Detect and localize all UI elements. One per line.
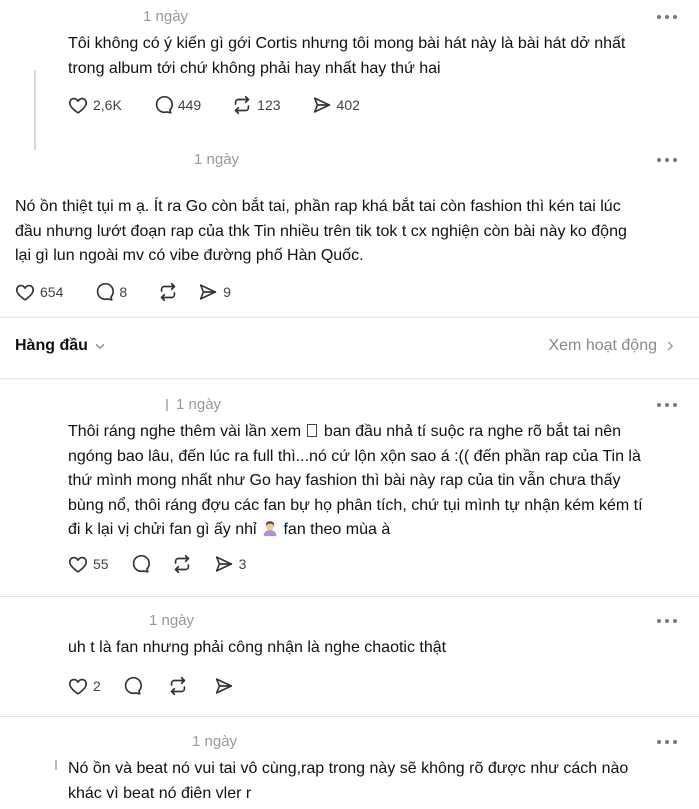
missing-glyph	[307, 424, 318, 437]
post-actions: 2,6K 449 123 402	[67, 94, 360, 116]
repost-button[interactable]	[171, 553, 193, 575]
chevron-down-icon	[95, 343, 105, 350]
like-button[interactable]: 2	[67, 675, 101, 697]
chevron-right-icon	[667, 341, 674, 351]
post-time: 1 ngày	[149, 612, 195, 629]
share-icon	[213, 553, 235, 575]
comment-button[interactable]	[129, 553, 151, 575]
like-button[interactable]: 654	[14, 281, 63, 303]
repost-button[interactable]	[157, 281, 179, 303]
post-content: Tôi không có ý kiến gì gới Cortis nhưng …	[68, 35, 626, 77]
repost-icon	[157, 281, 179, 303]
repost-icon	[167, 675, 189, 697]
post-content: uh t là fan nhưng phải công nhận là nghe…	[68, 639, 447, 656]
heart-icon	[67, 94, 89, 116]
avatar-stub	[55, 760, 57, 770]
post-time: 1 ngày	[143, 8, 189, 25]
post-actions: 55 3	[67, 553, 246, 575]
comment-button[interactable]	[121, 675, 143, 697]
divider	[0, 378, 699, 379]
comment-icon	[93, 281, 115, 303]
comment-icon	[129, 553, 151, 575]
comment-icon	[152, 94, 174, 116]
more-icon[interactable]	[657, 402, 677, 408]
share-button[interactable]: 9	[197, 281, 231, 303]
repost-button[interactable]: 123	[231, 94, 281, 116]
like-button[interactable]: 55	[67, 553, 109, 575]
post-time: 1 ngày	[176, 396, 222, 413]
repost-icon	[231, 94, 253, 116]
post-content: Thôi ráng nghe thêm vài lần xem ban đầu …	[68, 423, 643, 538]
more-icon[interactable]	[657, 618, 677, 624]
heart-icon	[67, 675, 89, 697]
divider	[0, 317, 699, 318]
like-button[interactable]: 2,6K	[67, 94, 122, 116]
thread-line	[34, 70, 36, 150]
post-actions: 654 8 9	[14, 281, 231, 303]
sort-dropdown[interactable]: Hàng đầu	[15, 337, 107, 355]
comment-button[interactable]: 8	[93, 281, 127, 303]
comment-button[interactable]: 449	[152, 94, 201, 116]
comment-icon	[121, 675, 143, 697]
avatar-stub	[166, 399, 168, 411]
share-icon	[213, 675, 235, 697]
heart-icon	[67, 553, 89, 575]
post-time: 1 ngày	[194, 151, 240, 168]
divider	[0, 596, 699, 597]
repost-icon	[171, 553, 193, 575]
share-button[interactable]	[213, 675, 235, 697]
divider	[0, 716, 699, 717]
repost-button[interactable]	[167, 675, 189, 697]
person-emoji-icon	[263, 521, 277, 537]
heart-icon	[14, 281, 36, 303]
share-button[interactable]: 3	[213, 553, 246, 575]
post-content: Nó ồn thiệt tụi m ạ. Ít ra Go còn bắt ta…	[15, 198, 627, 264]
sort-bar: Hàng đầu Xem hoạt động	[0, 333, 699, 365]
more-icon[interactable]	[657, 739, 677, 745]
view-activity-link[interactable]: Xem hoạt động	[548, 337, 677, 355]
more-icon[interactable]	[657, 157, 677, 163]
post-actions: 2	[67, 675, 235, 697]
post-time: 1 ngày	[192, 733, 238, 750]
post-content: Nó ồn và beat nó vui tai vô cùng,rap tro…	[68, 760, 629, 802]
more-icon[interactable]	[657, 14, 677, 20]
share-icon	[197, 281, 219, 303]
share-button[interactable]: 402	[311, 94, 360, 116]
share-icon	[311, 94, 333, 116]
